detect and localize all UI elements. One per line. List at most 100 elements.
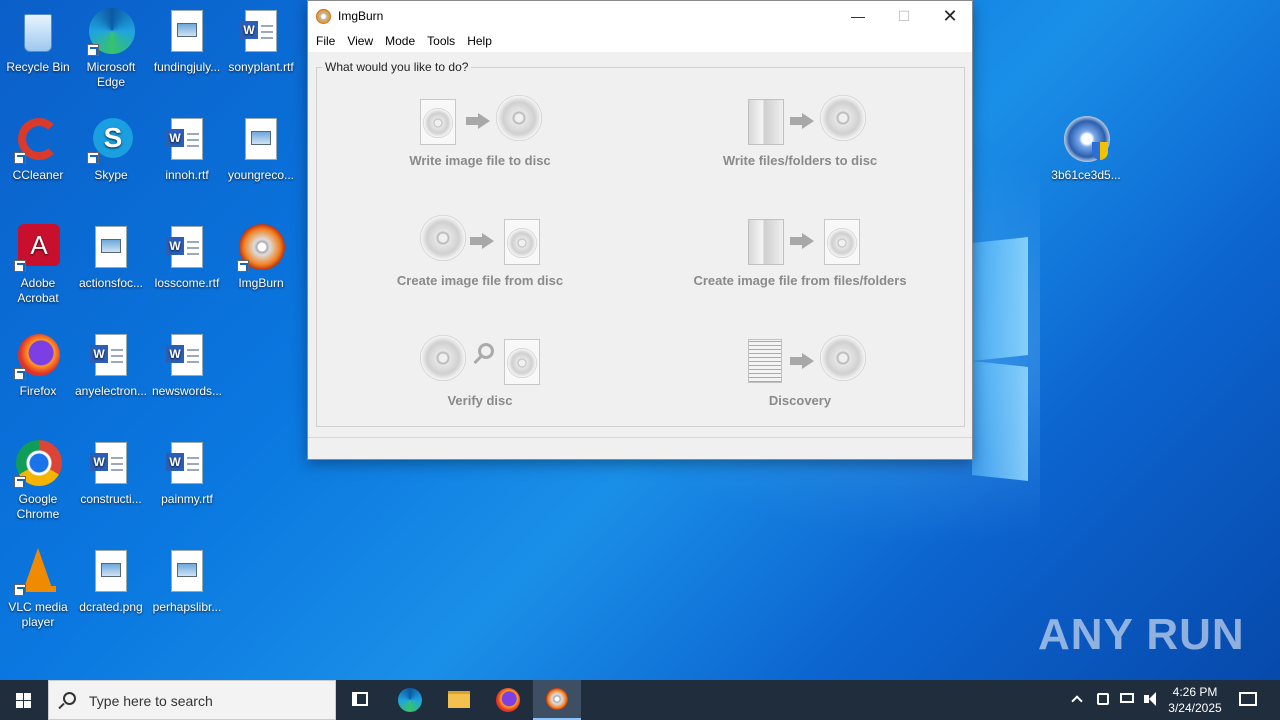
desktop-icon-3b61ce3d5[interactable]: 3b61ce3d5... [1048,116,1124,183]
image-file-icon [163,548,211,596]
desktop-icon-perhapslibr[interactable]: perhapslibr... [149,548,225,615]
action-label: Write image file to disc [409,153,551,168]
create-image-from-files-folders-button[interactable]: Create image file from files/folders [660,213,940,288]
desktop-icon-label: perhapslibr... [152,600,222,614]
write-files-folders-to-disc-button[interactable]: Write files/folders to disc [660,93,940,168]
desktop-icon-label: Microsoft Edge [86,60,136,89]
write-image-to-disc-button[interactable]: Write image file to disc [340,93,620,168]
word-document-icon: W [87,332,135,380]
disc-icon [420,335,466,381]
desktop-icon-constructi[interactable]: W constructi... [73,440,149,507]
image-file-icon [237,116,285,164]
desktop-icon-newswords[interactable]: W newswords... [149,332,225,399]
taskbar-firefox[interactable] [484,680,532,720]
desktop-icon-label: Skype [94,168,128,182]
taskbar-clock[interactable]: 4:26 PM 3/24/2025 [1160,684,1230,716]
image-file-icon [824,219,860,265]
desktop-icon-chrome[interactable]: Google Chrome [0,440,76,522]
show-hidden-icons-button[interactable] [1068,680,1088,720]
imgburn-app-icon [316,9,331,24]
menu-view[interactable]: View [341,32,379,52]
desktop-icon-firefox[interactable]: Firefox [0,332,76,399]
desktop-icon-label: Google Chrome [16,492,60,521]
arrow-right-icon [466,113,492,129]
search-placeholder: Type here to search [89,693,213,709]
vlc-cone-icon [14,548,62,596]
window-titlebar[interactable]: ImgBurn — ☐ ✕ [308,1,972,32]
discovery-button[interactable]: Discovery [660,333,940,408]
desktop-icon-painmy[interactable]: W painmy.rtf [149,440,225,507]
skype-icon: S [87,116,135,164]
desktop-icon-label: dcrated.png [79,600,143,614]
word-document-icon: W [163,332,211,380]
status-bar [308,437,972,459]
imgburn-icon [237,224,285,272]
installer-icon [1062,116,1110,164]
word-document-icon: W [163,440,211,488]
volume-icon[interactable] [1142,680,1162,720]
taskbar: Type here to search 4:26 PM 3/24/2025 [0,680,1280,720]
edge-icon [87,8,135,56]
desktop-icon-sonyplant[interactable]: W sonyplant.rtf [223,8,299,75]
minimize-button[interactable]: — [835,1,881,32]
desktop-icon-label: losscome.rtf [154,276,220,290]
action-label: Verify disc [447,393,513,408]
taskbar-edge[interactable] [386,680,434,720]
disc-icon [420,215,466,261]
firefox-icon [14,332,62,380]
arrow-right-icon [790,353,816,369]
start-button[interactable] [0,680,48,720]
ccleaner-icon [14,116,62,164]
network-icon[interactable] [1094,680,1114,720]
desktop-icon-skype[interactable]: S Skype [73,116,149,183]
desktop-icon-fundingjuly[interactable]: fundingjuly... [149,8,225,75]
taskbar-file-explorer[interactable] [435,680,483,720]
desktop-icon-label: fundingjuly... [153,60,221,74]
disc-icon [820,95,866,141]
menu-mode[interactable]: Mode [379,32,421,52]
files-folders-icon [748,219,784,265]
imgburn-window: ImgBurn — ☐ ✕ File View Mode Tools Help … [307,0,973,460]
word-document-icon: W [87,440,135,488]
menu-file[interactable]: File [310,32,341,52]
desktop-icon-youngreco[interactable]: youngreco... [223,116,299,183]
desktop-icon-ccleaner[interactable]: CCleaner [0,116,76,183]
desktop-icon-label: 3b61ce3d5... [1051,168,1121,182]
image-file-icon [420,99,456,145]
desktop-icon-innoh[interactable]: W innoh.rtf [149,116,225,183]
taskbar-search-box[interactable]: Type here to search [48,680,336,720]
desktop-icon-adobe-acrobat[interactable]: A Adobe Acrobat [0,224,76,306]
desktop-icon-actionsfoc[interactable]: actionsfoc... [73,224,149,291]
arrow-right-icon [790,233,816,249]
panel-caption: What would you like to do? [322,60,472,74]
ethernet-icon[interactable] [1118,680,1138,720]
create-image-from-disc-button[interactable]: Create image file from disc [340,213,620,288]
task-view-button[interactable] [336,680,384,720]
verify-disc-button[interactable]: Verify disc [340,333,620,408]
desktop-icon-label: youngreco... [227,168,295,182]
desktop-icon-label: innoh.rtf [165,168,209,182]
desktop-icon-recycle-bin[interactable]: Recycle Bin [0,8,76,75]
maximize-button[interactable]: ☐ [881,1,927,32]
window-title: ImgBurn [338,9,384,23]
notification-center-icon[interactable] [1236,680,1260,720]
arrow-right-icon [470,233,496,249]
desktop-icon-imgburn[interactable]: ImgBurn [223,224,299,291]
desktop-icon-vlc[interactable]: VLC media player [0,548,76,630]
desktop-icon-label: VLC media player [8,600,68,629]
taskbar-imgburn[interactable] [533,680,581,720]
menu-tools[interactable]: Tools [421,32,461,52]
desktop-icon-losscome[interactable]: W losscome.rtf [149,224,225,291]
close-button[interactable]: ✕ [927,1,973,32]
desktop-icon-label: Adobe Acrobat [17,276,59,305]
desktop-icon-dcrated[interactable]: dcrated.png [73,548,149,615]
word-document-icon: W [163,224,211,272]
action-label: Discovery [768,393,832,408]
desktop-icon-label: painmy.rtf [161,492,213,506]
menu-help[interactable]: Help [461,32,498,52]
desktop-icon-label: constructi... [80,492,142,506]
desktop-icon-label: anyelectron... [74,384,148,398]
desktop-icon-label: actionsfoc... [78,276,144,290]
desktop-icon-edge[interactable]: Microsoft Edge [73,8,149,90]
desktop-icon-anyelectron[interactable]: W anyelectron... [73,332,149,399]
